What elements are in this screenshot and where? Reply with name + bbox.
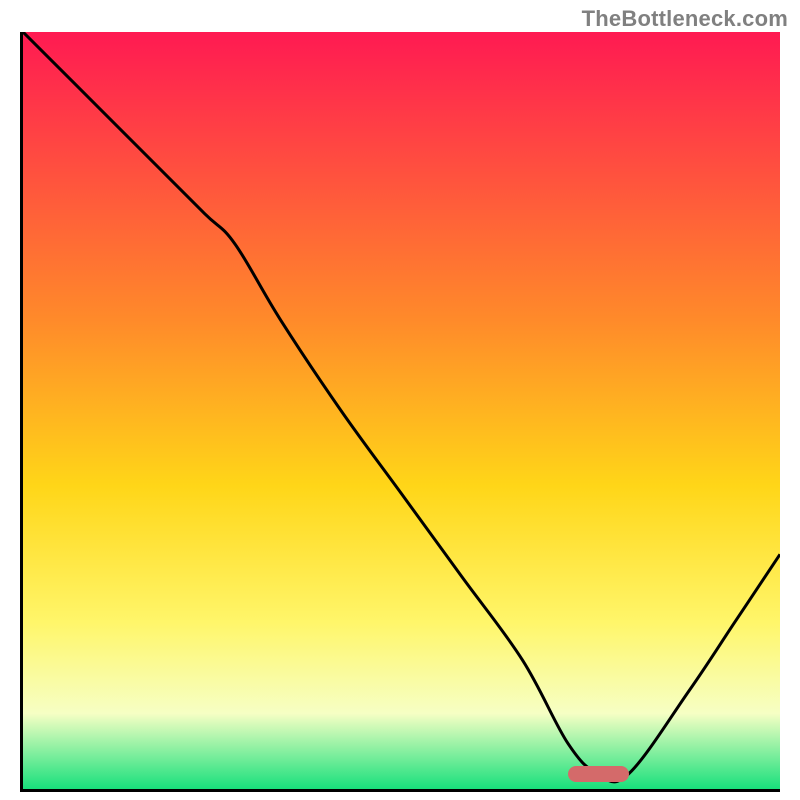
- gradient-background: [23, 32, 780, 789]
- watermark-text: TheBottleneck.com: [582, 6, 788, 32]
- optimum-marker: [568, 766, 629, 782]
- chart-stage: TheBottleneck.com: [0, 0, 800, 800]
- plot-area: [20, 32, 780, 792]
